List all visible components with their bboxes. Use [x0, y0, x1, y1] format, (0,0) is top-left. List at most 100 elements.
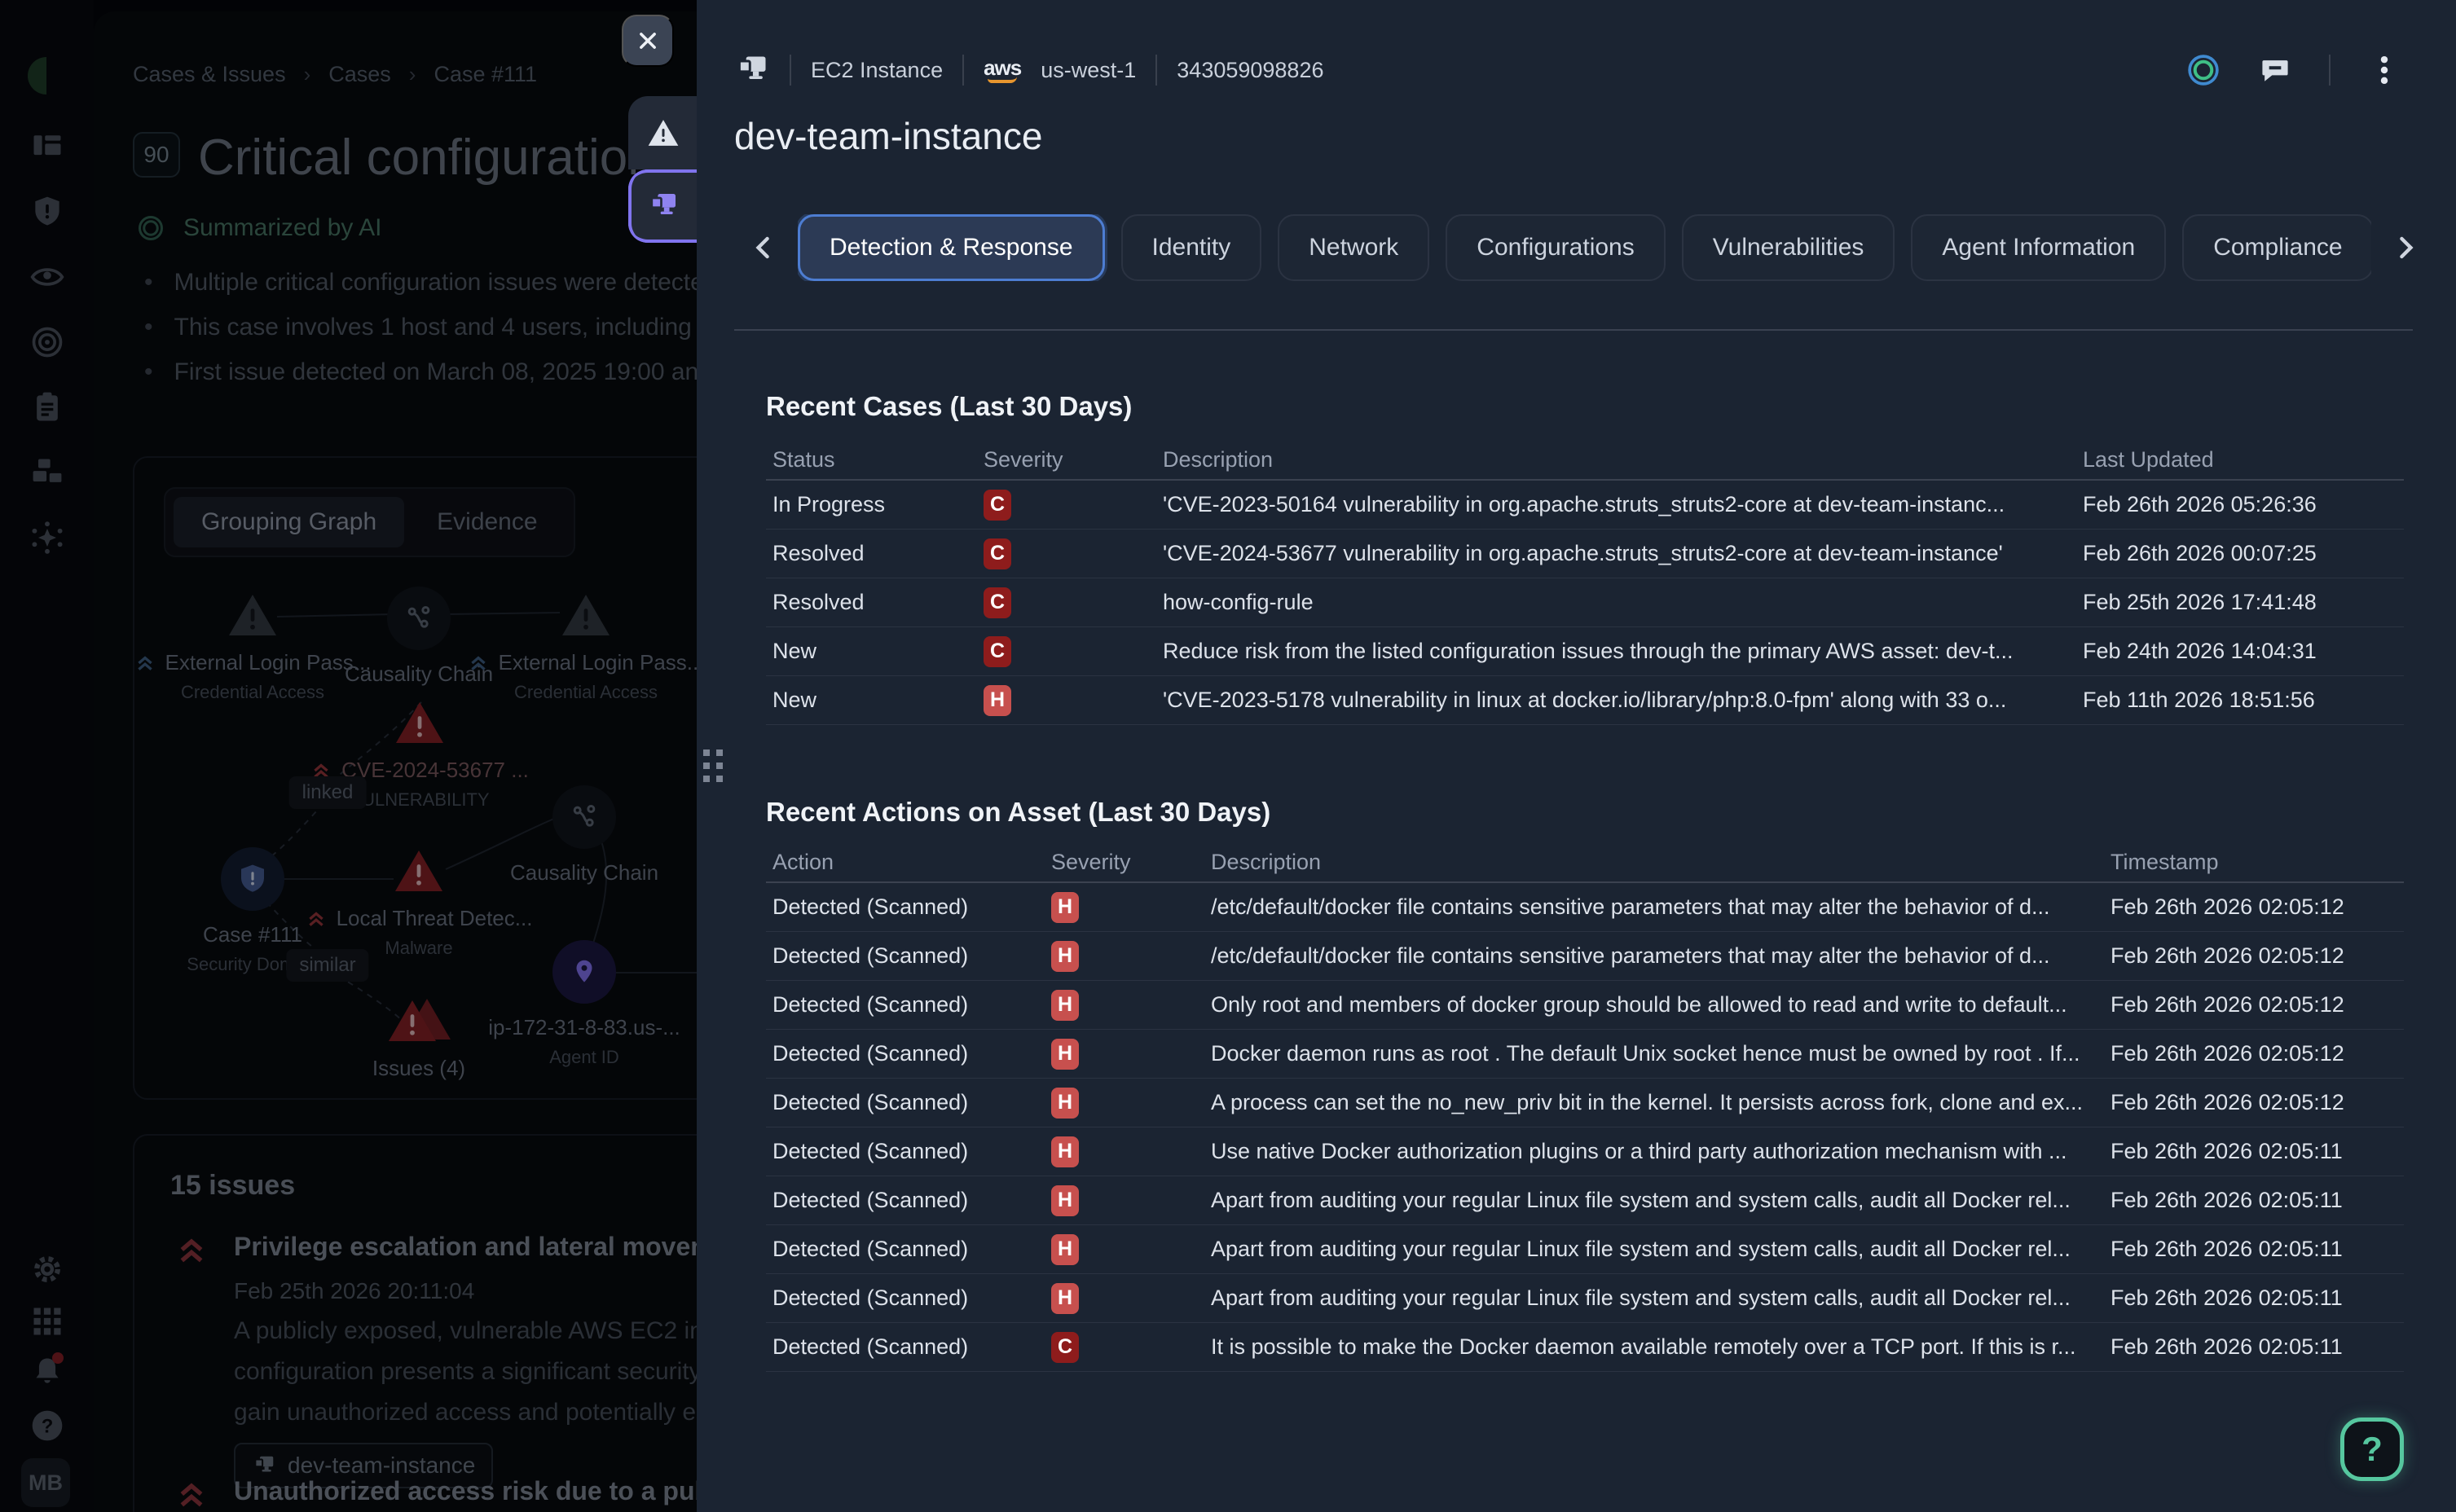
rail-tab-alerts[interactable] [628, 96, 698, 169]
asset-detail-panel: EC2 Instance aws us-west-1 343059098826 … [697, 0, 2456, 1512]
action-timestamp: Feb 26th 2026 02:05:12 [2104, 943, 2404, 969]
case-status: New [766, 639, 977, 664]
tab-label: Vulnerabilities [1713, 234, 1864, 262]
panel-tab[interactable]: Identity [1121, 214, 1262, 281]
table-row[interactable]: Detected (Scanned) H Apart from auditing… [766, 1274, 2404, 1323]
panel-resize-handle[interactable] [703, 749, 726, 785]
modal-backdrop[interactable] [0, 0, 697, 1512]
column-header: Severity [1045, 850, 1204, 875]
action-timestamp: Feb 26th 2026 02:05:12 [2104, 1041, 2404, 1066]
panel-tab[interactable]: Configurations [1446, 214, 1665, 281]
action-name: Detected (Scanned) [766, 894, 1045, 920]
instance-icon [647, 190, 680, 222]
table-row[interactable]: Detected (Scanned) H /etc/default/docker… [766, 883, 2404, 932]
tabs-divider [734, 329, 2413, 331]
column-header: Action [766, 850, 1045, 875]
panel-side-tab-rail [628, 96, 698, 243]
action-description: A process can set the no_new_priv bit in… [1204, 1090, 2104, 1115]
case-last-updated: Feb 24th 2026 14:04:31 [2076, 639, 2404, 664]
table-row[interactable]: Detected (Scanned) H Docker daemon runs … [766, 1030, 2404, 1079]
action-name: Detected (Scanned) [766, 1041, 1045, 1066]
severity-badge: H [1051, 1088, 1079, 1119]
divider [2329, 55, 2331, 86]
table-body: Detected (Scanned) H /etc/default/docker… [766, 883, 2404, 1372]
rail-tab-asset[interactable] [628, 169, 698, 243]
action-timestamp: Feb 26th 2026 02:05:12 [2104, 894, 2404, 920]
action-description: /etc/default/docker file contains sensit… [1204, 894, 2104, 920]
panel-tab[interactable]: Agent Information [1911, 214, 2166, 281]
action-timestamp: Feb 26th 2026 02:05:11 [2104, 1237, 2404, 1262]
action-description: Apart from auditing your regular Linux f… [1204, 1237, 2104, 1262]
table-row[interactable]: Detected (Scanned) C It is possible to m… [766, 1323, 2404, 1372]
table-row[interactable]: Detected (Scanned) H Apart from auditing… [766, 1176, 2404, 1225]
tab-strip: Detection & Response Identity Network Co… [798, 214, 2371, 281]
action-name: Detected (Scanned) [766, 1334, 1045, 1360]
case-status: Resolved [766, 590, 977, 615]
column-header: Description [1156, 447, 2076, 472]
kebab-menu-icon[interactable] [2366, 52, 2402, 88]
action-name: Detected (Scanned) [766, 1139, 1045, 1164]
divider [1155, 55, 1157, 86]
table-header-row: Action Severity Description Timestamp [766, 842, 2404, 883]
table-row[interactable]: Detected (Scanned) H Apart from auditing… [766, 1225, 2404, 1274]
divider [790, 55, 791, 86]
table-row[interactable]: In Progress C 'CVE-2023-50164 vulnerabil… [766, 481, 2404, 530]
severity-badge: H [1051, 941, 1079, 972]
instance-icon [734, 52, 770, 88]
panel-tab[interactable]: Detection & Response [798, 214, 1105, 281]
table-row[interactable]: New C Reduce risk from the listed config… [766, 627, 2404, 676]
action-timestamp: Feb 26th 2026 02:05:11 [2104, 1286, 2404, 1311]
tabs-scroll-left-icon[interactable] [746, 230, 781, 266]
severity-badge: C [1051, 1332, 1079, 1363]
action-name: Detected (Scanned) [766, 1286, 1045, 1311]
panel-help-button[interactable]: ? [2340, 1418, 2404, 1481]
table-row[interactable]: New H 'CVE-2023-5178 vulnerability in li… [766, 676, 2404, 725]
case-description: Reduce risk from the listed configuratio… [1156, 639, 2076, 664]
severity-badge: H [1051, 1283, 1079, 1314]
case-last-updated: Feb 25th 2026 17:41:48 [2076, 590, 2404, 615]
severity-badge: C [984, 490, 1011, 521]
action-timestamp: Feb 26th 2026 02:05:12 [2104, 992, 2404, 1018]
warning-triangle-icon [647, 116, 680, 149]
ai-rings-icon[interactable] [2185, 52, 2221, 88]
tab-label: Identity [1152, 234, 1231, 262]
action-name: Detected (Scanned) [766, 1237, 1045, 1262]
case-last-updated: Feb 26th 2026 00:07:25 [2076, 541, 2404, 566]
chat-icon[interactable] [2257, 52, 2293, 88]
tab-label: Agent Information [1942, 234, 2135, 262]
case-status: New [766, 688, 977, 713]
panel-tab[interactable]: Network [1278, 214, 1429, 281]
column-header: Severity [977, 447, 1156, 472]
action-timestamp: Feb 26th 2026 02:05:11 [2104, 1139, 2404, 1164]
asset-title: dev-team-instance [734, 114, 1042, 158]
severity-badge: C [984, 636, 1011, 667]
column-header: Description [1204, 850, 2104, 875]
tabs-scroll-right-icon[interactable] [2388, 230, 2423, 266]
table-body: In Progress C 'CVE-2023-50164 vulnerabil… [766, 481, 2404, 725]
action-description: Only root and members of docker group sh… [1204, 992, 2104, 1018]
case-description: 'CVE-2024-53677 vulnerability in org.apa… [1156, 541, 2076, 566]
panel-tab[interactable]: Compliance [2182, 214, 2371, 281]
panel-tab[interactable]: Vulnerabilities [1682, 214, 1895, 281]
table-row[interactable]: Detected (Scanned) H A process can set t… [766, 1079, 2404, 1127]
panel-actions [2185, 52, 2402, 88]
table-row[interactable]: Resolved C 'CVE-2024-53677 vulnerability… [766, 530, 2404, 578]
case-status: In Progress [766, 492, 977, 517]
tab-label: Configurations [1477, 234, 1634, 262]
recent-cases-table: Status Severity Description Last Updated… [766, 440, 2404, 725]
tab-label: Compliance [2213, 234, 2342, 262]
table-row[interactable]: Detected (Scanned) H /etc/default/docker… [766, 932, 2404, 981]
close-panel-button[interactable] [622, 15, 674, 67]
action-name: Detected (Scanned) [766, 992, 1045, 1018]
table-row[interactable]: Resolved C how-config-rule Feb 25th 2026… [766, 578, 2404, 627]
tab-label: Detection & Response [830, 234, 1073, 262]
table-row[interactable]: Detected (Scanned) H Only root and membe… [766, 981, 2404, 1030]
action-timestamp: Feb 26th 2026 02:05:11 [2104, 1334, 2404, 1360]
region-label: us-west-1 [1041, 58, 1136, 83]
action-name: Detected (Scanned) [766, 1090, 1045, 1115]
severity-badge: H [984, 685, 1011, 716]
action-name: Detected (Scanned) [766, 943, 1045, 969]
divider [962, 55, 964, 86]
tab-label: Network [1309, 234, 1398, 262]
table-row[interactable]: Detected (Scanned) H Use native Docker a… [766, 1127, 2404, 1176]
